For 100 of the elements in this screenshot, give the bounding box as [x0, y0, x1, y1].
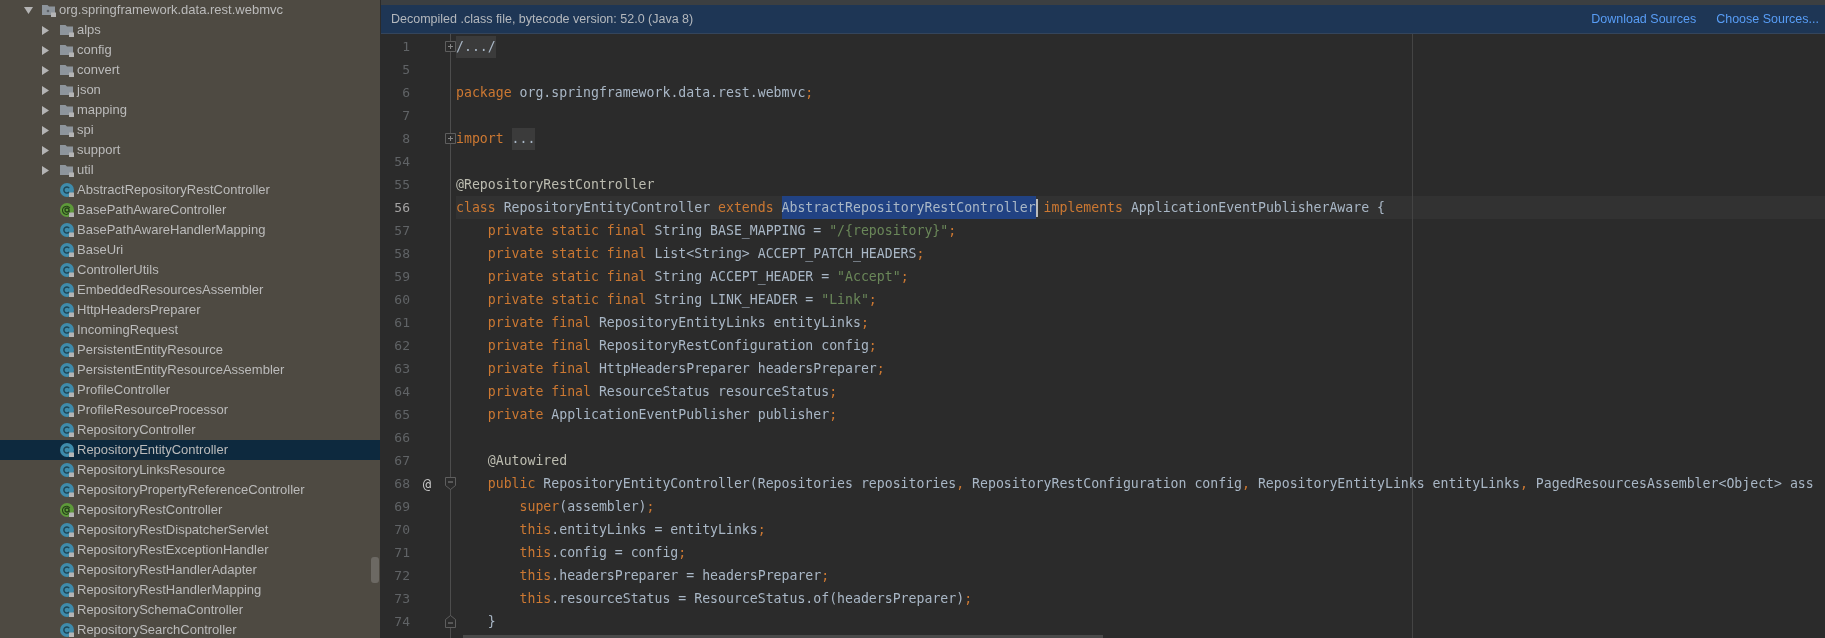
tree-arrow-icon[interactable]: [42, 85, 49, 95]
line-number: 74: [394, 614, 410, 629]
class-icon: [60, 583, 74, 597]
fold-minus-icon[interactable]: [444, 477, 456, 490]
annotation-icon: [60, 503, 74, 517]
tree-item[interactable]: RepositoryLinksResource: [60, 462, 226, 478]
class-icon: [60, 603, 74, 617]
code-line: private static final String LINK_HEADER = "Link";: [487, 291, 877, 310]
fold-plus-icon[interactable]: [444, 133, 456, 144]
tree-item[interactable]: RepositoryRestController: [60, 502, 223, 518]
line-number: 59: [394, 269, 410, 284]
line-number: 64: [394, 384, 410, 399]
tree-item[interactable]: ProfileResourceProcessor: [60, 402, 228, 418]
code-line: private final RepositoryRestConfiguration config;: [487, 337, 877, 355]
code-line: private final HttpHeadersPreparer headersPreparer;: [487, 360, 885, 378]
folder-icon: [60, 83, 74, 97]
tree-item[interactable]: RepositoryEntityController: [60, 442, 228, 458]
tree-arrow-icon[interactable]: [24, 6, 33, 14]
tree-item[interactable]: mapping: [60, 102, 127, 118]
class-icon: [60, 383, 74, 397]
class-icon: [60, 623, 74, 637]
line-number: 57: [394, 223, 410, 238]
folder-icon: [60, 23, 74, 37]
code-line: private static final String ACCEPT_HEADER = "Accept";: [487, 268, 909, 287]
line-number: 66: [394, 430, 410, 445]
tree-item[interactable]: BasePathAwareHandlerMapping: [60, 222, 266, 238]
tree-item[interactable]: json: [60, 82, 101, 98]
folder-icon: [60, 143, 74, 157]
code-line: private final ResourceStatus resourceStatus;: [487, 383, 838, 401]
banner-link[interactable]: Choose Sources...: [1716, 12, 1819, 26]
folder-icon: [42, 3, 56, 17]
tree-item[interactable]: ProfileController: [60, 382, 171, 398]
tree-item[interactable]: RepositoryRestDispatcherServlet: [60, 522, 269, 538]
folder-icon: [60, 63, 74, 77]
line-number: 62: [394, 338, 410, 353]
tree-item[interactable]: RepositoryRestExceptionHandler: [60, 542, 269, 558]
tree-arrow-icon[interactable]: [42, 125, 49, 135]
tree-arrow-icon[interactable]: [42, 105, 49, 115]
tree-item[interactable]: IncomingRequest: [60, 322, 179, 338]
line-number: 7: [402, 108, 410, 123]
tree-item[interactable]: RepositoryRestHandlerMapping: [60, 582, 262, 598]
line-number: 5: [402, 62, 410, 77]
line-number: 55: [394, 177, 410, 192]
class-icon: [60, 543, 74, 557]
line-number: 65: [394, 407, 410, 422]
tree-item[interactable]: config: [60, 42, 112, 58]
code-line: this.resourceStatus = ResourceStatus.of(headersPreparer);: [519, 590, 973, 608]
tree-item[interactable]: RepositoryRestHandlerAdapter: [60, 562, 257, 578]
tree-item[interactable]: alps: [60, 22, 101, 38]
tree-item[interactable]: spi: [60, 122, 94, 138]
tree-item[interactable]: PersistentEntityResourceAssembler: [60, 362, 285, 378]
code-line: this.entityLinks = entityLinks;: [519, 521, 766, 539]
line-number: 63: [394, 361, 410, 376]
code-line: this.config = config;: [519, 544, 687, 562]
line-number: 61: [394, 315, 410, 330]
tree-item[interactable]: BasePathAwareController: [60, 202, 227, 218]
tree-arrow-icon[interactable]: [42, 45, 49, 55]
line-number: 71: [394, 545, 410, 560]
tree-item[interactable]: RepositoryPropertyReferenceController: [60, 482, 305, 498]
tree-item[interactable]: org.springframework.data.rest.webmvc: [42, 2, 283, 18]
line-number: 69: [394, 499, 410, 514]
tree-item[interactable]: RepositorySchemaController: [60, 602, 244, 618]
class-icon: [60, 283, 74, 297]
tree-item[interactable]: util: [60, 162, 94, 178]
class-icon: [60, 483, 74, 497]
tree-arrow-icon[interactable]: [42, 165, 49, 175]
line-number: 58: [394, 246, 410, 261]
tree-item[interactable]: RepositorySearchController: [60, 622, 237, 638]
fold-minus-icon[interactable]: [444, 615, 456, 628]
tree-arrow-icon[interactable]: [42, 25, 49, 35]
class-icon: [60, 183, 74, 197]
tree-item[interactable]: AbstractRepositoryRestController: [60, 182, 270, 198]
folder-icon: [60, 163, 74, 177]
folder-icon: [60, 43, 74, 57]
class-icon: [60, 403, 74, 417]
line-number: 54: [394, 154, 410, 169]
tree-arrow-icon[interactable]: [42, 145, 49, 155]
tree-item[interactable]: ControllerUtils: [60, 262, 159, 278]
annotation-icon: [60, 203, 74, 217]
code-line: import ...: [456, 127, 536, 150]
class-icon: [60, 423, 74, 437]
line-number: 6: [402, 85, 410, 100]
fold-plus-icon[interactable]: [444, 41, 456, 52]
tree-arrow-icon[interactable]: [42, 65, 49, 75]
code-line: this.headersPreparer = headersPreparer;: [519, 567, 830, 585]
class-icon: [60, 263, 74, 277]
scrollbar-thumb[interactable]: [371, 557, 379, 583]
code-line: private ApplicationEventPublisher publisher;: [487, 406, 838, 424]
gutter-marker[interactable]: @: [422, 475, 432, 492]
tree-item[interactable]: convert: [60, 62, 120, 78]
tree-item[interactable]: BaseUri: [60, 242, 124, 258]
tree-item[interactable]: HttpHeadersPreparer: [60, 302, 201, 318]
tree-item[interactable]: RepositoryController: [60, 422, 196, 438]
line-number: 68: [394, 476, 410, 491]
tree-item[interactable]: support: [60, 142, 121, 158]
banner-text: Decompiled .class file, bytecode version: 52.0 (Java 8): [391, 12, 694, 26]
tree-item[interactable]: EmbeddedResourcesAssembler: [60, 282, 264, 298]
banner-link[interactable]: Download Sources: [1591, 12, 1697, 26]
class-icon: [60, 303, 74, 317]
tree-item[interactable]: PersistentEntityResource: [60, 342, 223, 358]
